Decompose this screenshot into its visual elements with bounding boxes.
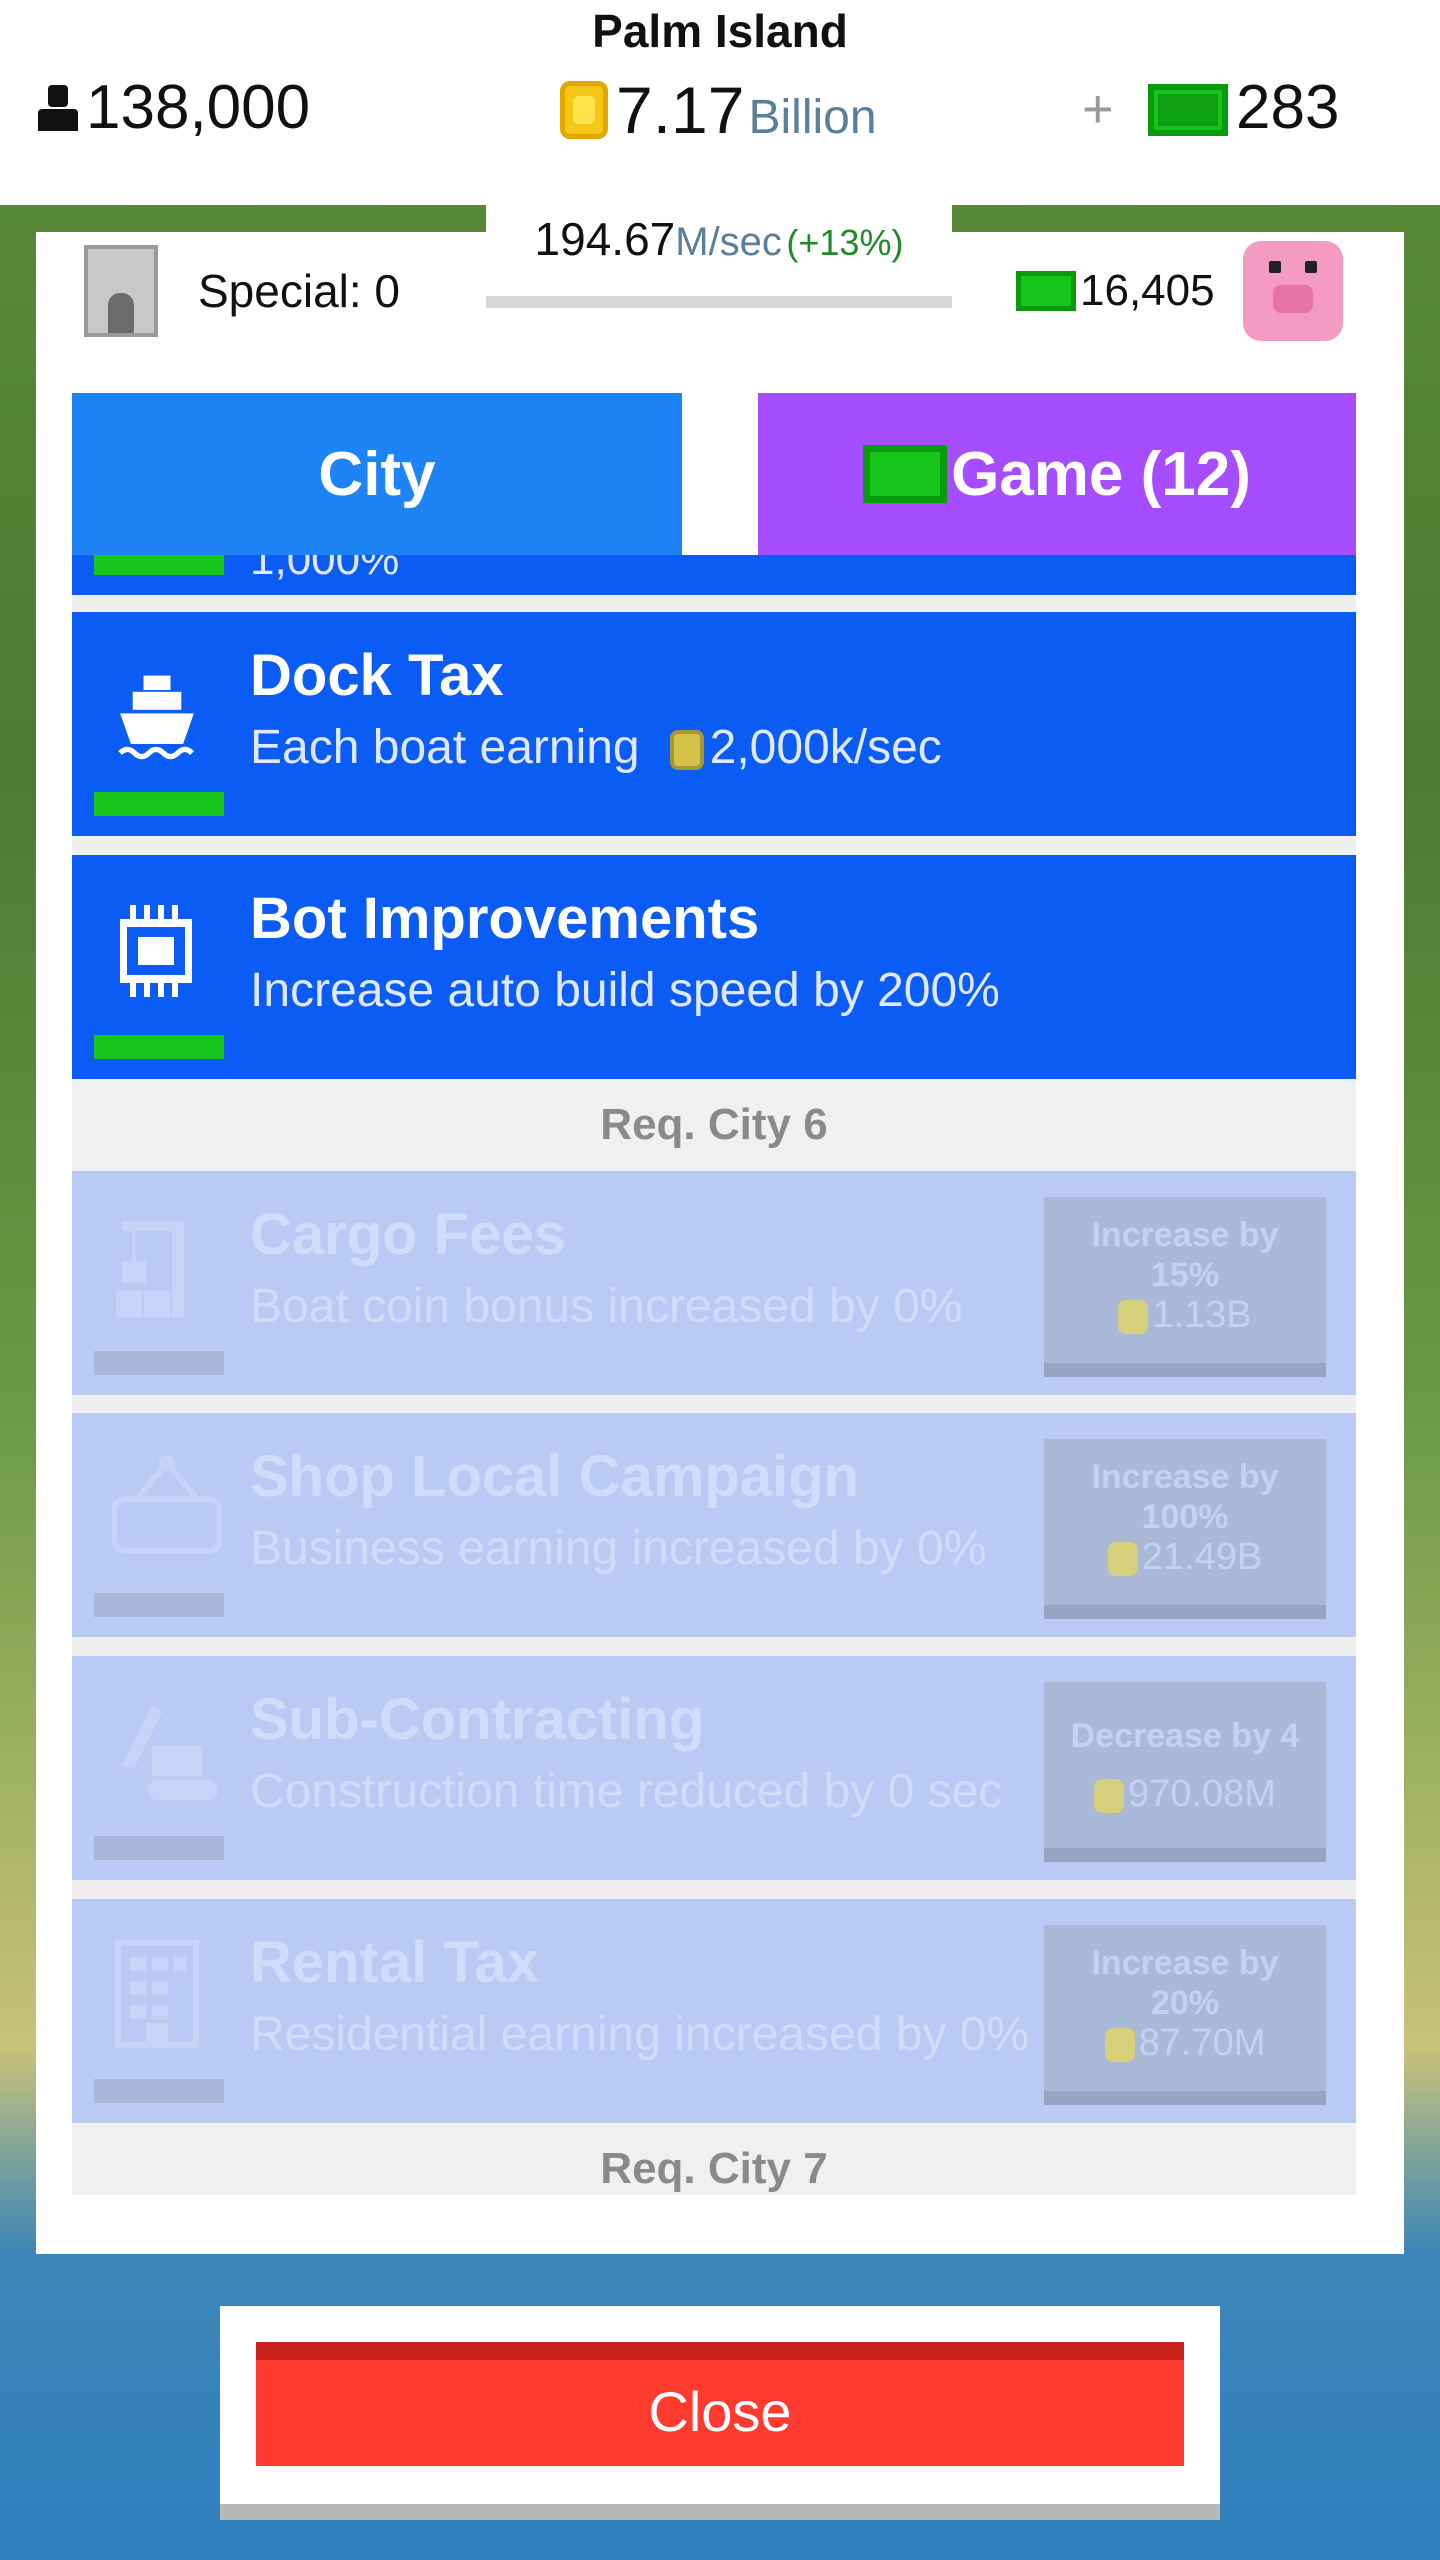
upgrade-desc: Business earning increased by 0% — [250, 1522, 987, 1575]
req-city-7-label: Req. City 7 — [72, 2123, 1356, 2195]
buy-button[interactable]: Decrease by 4 970.08M — [1044, 1682, 1326, 1862]
rate-unit: M/sec — [675, 220, 782, 264]
upgrade-name: Sub-Contracting — [250, 1687, 705, 1752]
upgrade-bot-improvements[interactable]: Bot Improvements Increase auto build spe… — [72, 855, 1356, 1079]
tab-city[interactable]: City — [72, 393, 682, 555]
population-value: 138,000 — [86, 73, 311, 142]
rate-percent: (+13%) — [786, 222, 904, 263]
excavator-icon — [112, 1696, 218, 1806]
upgrade-sub-contracting[interactable]: Sub-Contracting Construction time reduce… — [72, 1656, 1356, 1880]
buy-cost: 970.08M — [1128, 1773, 1276, 1815]
progress-bar — [94, 1836, 224, 1860]
population-display: 138,000 — [38, 72, 310, 143]
gems-count: 283 — [1236, 73, 1340, 142]
gem-icon — [1016, 271, 1076, 311]
coins-unit: Billion — [748, 91, 877, 144]
upgrade-name: Bot Improvements — [250, 886, 760, 951]
building-icon — [112, 1939, 202, 2049]
piggy-gems-count: 16,405 — [1080, 266, 1215, 315]
progress-bar — [94, 1351, 224, 1375]
open-sign-icon — [111, 1453, 223, 1563]
buy-line2: 100% — [1141, 1498, 1229, 1536]
tab-game-label: Game (12) — [951, 439, 1251, 509]
partial-item-text: 1,000% — [250, 555, 400, 584]
chip-icon — [112, 895, 202, 1005]
coin-icon — [1118, 1299, 1149, 1334]
buy-line1: Increase by — [1091, 1216, 1279, 1254]
add-gems-button[interactable]: + — [1082, 78, 1114, 140]
close-button[interactable]: Close — [256, 2342, 1184, 2466]
buy-line1: Decrease by 4 — [1070, 1717, 1300, 1755]
coin-icon — [1094, 1778, 1125, 1813]
buy-line2: 20% — [1150, 1984, 1220, 2022]
special-display[interactable]: Special: 0 — [36, 232, 452, 350]
coin-icon — [1107, 1541, 1138, 1576]
top-bar: Palm Island 138,000 7.17 Billion + 283 — [0, 0, 1440, 205]
arch-icon — [84, 245, 158, 337]
buy-cost: 21.49B — [1141, 1536, 1263, 1578]
upgrade-name: Shop Local Campaign — [250, 1444, 860, 1509]
upgrade-desc: Increase auto build speed by 200% — [250, 964, 1000, 1017]
upgrade-cargo-fees[interactable]: Cargo Fees Boat coin bonus increased by … — [72, 1171, 1356, 1395]
person-icon — [38, 84, 78, 131]
tab-city-label: City — [318, 439, 436, 509]
upgrade-rental-tax[interactable]: Rental Tax Residential earning increased… — [72, 1899, 1356, 2123]
upgrade-name: Dock Tax — [250, 643, 504, 708]
upgrade-name: Rental Tax — [250, 1930, 540, 1995]
coin-icon — [1104, 2027, 1135, 2062]
progress-bar — [94, 792, 224, 816]
upgrade-desc: Residential earning increased by 0% — [250, 2008, 1030, 2061]
upgrade-desc: Construction time reduced by 0 sec — [250, 1765, 1003, 1818]
upgrade-dock-tax[interactable]: Dock Tax Each boat earning 2,000k/sec — [72, 612, 1356, 836]
piggy-bank-icon[interactable] — [1242, 241, 1343, 341]
special-label: Special: 0 — [198, 265, 401, 317]
buy-button[interactable]: Increase by 20% 87.70M — [1044, 1925, 1326, 2105]
upgrade-name: Cargo Fees — [250, 1202, 566, 1267]
crane-icon — [112, 1211, 202, 1321]
island-title: Palm Island — [592, 5, 848, 57]
buy-line1: Increase by — [1091, 1458, 1279, 1496]
rate-value: 194.67 — [534, 213, 676, 265]
buy-button[interactable]: Increase by 15% 1.13B — [1044, 1197, 1326, 1377]
progress-bar — [94, 1593, 224, 1617]
desc-prefix: Each boat earning — [250, 721, 640, 774]
buy-line2: 15% — [1150, 1256, 1220, 1294]
buy-line1: Increase by — [1091, 1944, 1279, 1982]
ship-icon — [112, 652, 202, 762]
piggy-bank-display[interactable]: 16,405 — [988, 232, 1404, 350]
coin-icon — [669, 730, 704, 771]
progress-bar — [94, 2079, 224, 2103]
tab-game[interactable]: Game (12) — [758, 393, 1356, 555]
upgrade-desc: Boat coin bonus increased by 0% — [250, 1280, 963, 1333]
gem-icon — [863, 445, 948, 503]
buy-cost: 87.70M — [1138, 2022, 1266, 2064]
upgrade-desc: Each boat earning 2,000k/sec — [250, 720, 942, 775]
req-city-6-label: Req. City 6 — [72, 1079, 1356, 1171]
desc-value: 2,000k/sec — [709, 721, 942, 774]
progress-bar — [94, 555, 224, 575]
buy-button[interactable]: Increase by 100% 21.49B — [1044, 1439, 1326, 1619]
buy-cost: 1.13B — [1152, 1294, 1252, 1336]
coins-display: 7.17 Billion — [560, 72, 877, 148]
gem-icon — [1148, 84, 1228, 136]
upgrade-list[interactable]: 1,000% Dock Tax Each boat earning 2,000k/… — [72, 555, 1356, 2195]
progress-bar — [94, 1035, 224, 1059]
list-item-partial[interactable]: 1,000% — [72, 555, 1356, 595]
close-button-frame: Close — [220, 2306, 1220, 2520]
coin-icon — [560, 81, 608, 139]
income-rate: 194.67M/sec (+13%) — [486, 202, 952, 308]
upgrade-shop-local-campaign[interactable]: Shop Local Campaign Business earning inc… — [72, 1413, 1356, 1637]
coins-value: 7.17 — [616, 73, 745, 147]
